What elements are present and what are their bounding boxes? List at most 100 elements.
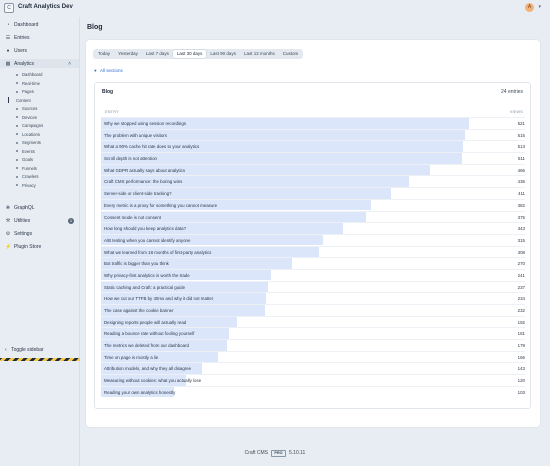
entry-title[interactable]: How long should you keep analytics data?	[104, 226, 186, 231]
entry-title[interactable]: Scroll depth is not attention	[104, 156, 157, 161]
sidebar-subitem-funnels[interactable]: Funnels	[16, 165, 37, 172]
range-last-90-days-button[interactable]: Last 90 days	[206, 50, 240, 58]
table-row[interactable]: Bot traffic is bigger than you think 270	[101, 257, 525, 269]
sidebar-subitem-sources[interactable]: Sources	[16, 105, 37, 112]
table-row[interactable]: Designing reports people will actually r…	[101, 315, 525, 328]
bullet-icon	[16, 158, 18, 161]
sidebar-subitem-locations[interactable]: Locations	[16, 131, 40, 138]
entries-list: Why we stopped using session recordings 5…	[101, 117, 525, 398]
table-row[interactable]: Consent mode is not consent 375	[101, 210, 525, 223]
sidebar-subitem-goals[interactable]: Goals	[16, 156, 33, 163]
sidebar-item-label: Plugin Store	[14, 243, 42, 250]
table-row[interactable]: Scroll depth is not attention 511	[101, 152, 525, 164]
entry-title[interactable]: Time on page is mostly a lie	[104, 355, 158, 360]
sidebar-item-analytics[interactable]: ▩ Analytics ˄	[0, 59, 79, 68]
site-icon[interactable]: C	[4, 3, 14, 13]
entry-title[interactable]: Craft CMS performance: the boring wins	[104, 179, 182, 184]
gauge-icon: ◔	[6, 21, 10, 28]
range-today-button[interactable]: Today	[94, 50, 114, 58]
entry-title[interactable]: Every metric is a proxy for something yo…	[104, 203, 217, 208]
entry-views: 192	[517, 319, 525, 325]
table-row[interactable]: The case against the cookie banner 232	[101, 304, 525, 316]
sidebar-subitem-crawlers[interactable]: Crawlers	[16, 173, 39, 180]
table-row[interactable]: How we cut our TTFB by 40ms and why it d…	[101, 292, 525, 304]
table-row[interactable]: What GDPR actually says about analytics 4…	[101, 163, 525, 176]
sidebar-item-graphql[interactable]: ❋ GraphQL ˅	[5, 203, 35, 212]
sidebar-item-utilities[interactable]: ⚒ Utilities 1	[5, 216, 84, 225]
sidebar-subitem-segments[interactable]: Segments	[16, 139, 41, 146]
bullet-icon	[16, 184, 18, 186]
table-row[interactable]: What we learned from 18 months of first-…	[101, 245, 525, 258]
sidebar-item-label: Entries	[14, 34, 30, 41]
entry-title[interactable]: What we learned from 18 months of first-…	[104, 250, 211, 255]
toggle-sidebar-button[interactable]: ‹ Toggle sidebar	[5, 347, 44, 353]
current-indicator	[8, 97, 9, 103]
range-yesterday-button[interactable]: Yesterday	[114, 50, 142, 58]
entry-title[interactable]: Static caching and Craft: a practical gu…	[104, 285, 185, 290]
table-row[interactable]: Server-side or client-side tracking? 411	[101, 187, 525, 199]
range-last-30-days-button[interactable]: Last 30 days	[172, 50, 207, 58]
entry-title[interactable]: A/B testing when you cannot identify any…	[104, 238, 190, 243]
sidebar-subitem-devices[interactable]: Devices	[16, 114, 37, 121]
sidebar-subitem-real-time[interactable]: Real-time	[16, 80, 40, 87]
sidebar-item-settings[interactable]: ⚙ Settings	[5, 229, 32, 238]
table-row[interactable]: Attribution models, and why they all dis…	[101, 362, 525, 374]
bullet-icon	[16, 107, 18, 110]
sidebar-item-label: Analytics	[14, 60, 35, 67]
sidebar-item-users[interactable]: ● Users	[5, 46, 27, 55]
table-row[interactable]: Reading a bounce rate without fooling yo…	[101, 327, 525, 339]
entry-title[interactable]: The case against the cookie banner	[104, 308, 174, 313]
entry-title[interactable]: What GDPR actually says about analytics	[104, 168, 185, 173]
table-row[interactable]: Why privacy-first analytics is worth the…	[101, 268, 525, 281]
range-last-7-days-button[interactable]: Last 7 days	[142, 50, 173, 58]
table-row[interactable]: Time on page is mostly a lie 166	[101, 350, 525, 363]
entry-title[interactable]: The metrics we deleted from our dashboar…	[104, 343, 189, 348]
sidebar-item-plugin-store[interactable]: ⚡ Plugin Store	[5, 242, 41, 251]
entry-title[interactable]: Reading your own analytics honestly	[104, 390, 175, 395]
table-row[interactable]: A/B testing when you cannot identify any…	[101, 233, 525, 246]
entry-views: 232	[517, 308, 525, 313]
table-row[interactable]: Every metric is a proxy for something yo…	[101, 198, 525, 211]
entry-title[interactable]: Server-side or client-side tracking?	[104, 191, 172, 196]
entry-views: 270	[517, 261, 525, 267]
sidebar-subitem-dashboard[interactable]: Dashboard	[16, 71, 43, 78]
sidebar-subitem-events[interactable]: Events	[16, 148, 35, 155]
table-row[interactable]: Craft CMS performance: the boring wins 43…	[101, 175, 525, 187]
entry-views: 143	[517, 366, 525, 372]
table-row[interactable]: Reading your own analytics honestly 103	[101, 385, 525, 398]
table-row[interactable]: The metrics we deleted from our dashboar…	[101, 339, 525, 351]
table-row[interactable]: Why we stopped using session recordings 5…	[101, 117, 525, 129]
sidebar-item-dashboard[interactable]: ◔ Dashboard	[5, 20, 38, 29]
sidebar-subitem-campaigns[interactable]: Campaigns	[16, 122, 43, 129]
entries-card: Blog 24 entries ENTRY VIEWS Why we stopp…	[94, 82, 531, 409]
entry-title[interactable]: How we cut our TTFB by 40ms and why it d…	[104, 296, 213, 301]
sidebar-subitem-pages[interactable]: Pages	[16, 88, 34, 95]
table-row[interactable]: Static caching and Craft: a practical gu…	[101, 280, 525, 293]
sidebar-subitem-privacy[interactable]: Privacy	[16, 182, 36, 189]
user-avatar[interactable]: A	[525, 3, 534, 12]
sidebar-subitem-content[interactable]: Content	[8, 97, 31, 104]
table-row[interactable]: The problem with unique visitors 515	[101, 128, 525, 141]
entry-title[interactable]: Measuring without cookies: what you actu…	[104, 378, 201, 383]
entry-title[interactable]: Designing reports people will actually r…	[104, 320, 186, 325]
wrench-icon: ⚒	[5, 217, 11, 224]
entry-title[interactable]: Bot traffic is bigger than you think	[104, 261, 169, 266]
table-row[interactable]: What a 90% cache hit rate does to your a…	[101, 140, 525, 152]
all-sections-link[interactable]: ● All sections	[94, 68, 123, 73]
site-name[interactable]: Craft Analytics Dev	[18, 4, 73, 10]
range-last-12-months-button[interactable]: Last 12 months	[240, 50, 279, 58]
sidebar-item-entries[interactable]: ☰ Entries	[5, 33, 30, 42]
chevron-down-icon[interactable]: ˅	[24, 205, 27, 211]
range-custom-button[interactable]: Custom	[279, 50, 303, 58]
entry-title[interactable]: Attribution models, and why they all dis…	[104, 366, 191, 371]
entry-title[interactable]: Why privacy-first analytics is worth the…	[104, 273, 190, 278]
entry-title[interactable]: The problem with unique visitors	[104, 133, 167, 138]
chevron-up-icon[interactable]: ˄	[68, 61, 71, 67]
entry-title[interactable]: What a 90% cache hit rate does to your a…	[104, 144, 199, 149]
table-row[interactable]: Measuring without cookies: what you actu…	[101, 374, 525, 386]
entry-title[interactable]: Consent mode is not consent	[104, 215, 161, 220]
entry-title[interactable]: Reading a bounce rate without fooling yo…	[104, 331, 194, 336]
chevron-down-icon[interactable]: ▾	[538, 4, 541, 10]
entry-title[interactable]: Why we stopped using session recordings	[104, 121, 186, 126]
table-row[interactable]: How long should you keep analytics data?…	[101, 222, 525, 234]
